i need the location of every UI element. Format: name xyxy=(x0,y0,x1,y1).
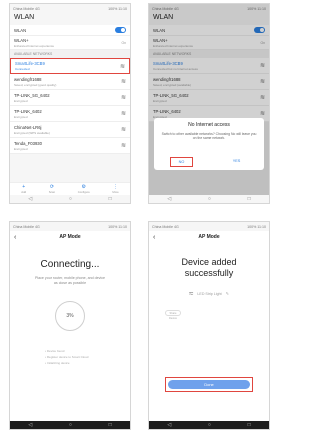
wifi-icon: ≋ xyxy=(119,63,125,70)
network-name: TP-LINK_6402 xyxy=(14,108,42,114)
status-right: 100% 11:10 xyxy=(247,224,266,229)
wlan-label: WLAN xyxy=(14,27,27,33)
network-name: SmartLife-3CB9 xyxy=(15,61,45,66)
tab-scan[interactable]: ⟳ Scan xyxy=(48,184,56,194)
step-item: • Initializing device xyxy=(45,361,70,366)
tab-more[interactable]: ⋮ More xyxy=(112,184,119,194)
network-name: TP-LINK_5G_6402 xyxy=(14,92,50,98)
wlan-toggle[interactable] xyxy=(115,27,126,33)
back-nav-icon[interactable]: ◁ xyxy=(167,422,171,428)
wlan-toggle-row[interactable]: WLAN xyxy=(10,25,130,36)
tab-label: Configure xyxy=(77,189,90,194)
system-nav-bar: ◁ ○ □ xyxy=(10,195,130,203)
network-name: wendingfr1688 xyxy=(14,76,42,82)
network-item[interactable]: SmartLife-3CB9 Connected ≋ xyxy=(10,58,130,74)
page-title: WLAN xyxy=(10,13,130,25)
home-nav-icon[interactable]: ○ xyxy=(208,422,211,428)
dialog-message: Switch to other available networks? Choo… xyxy=(161,132,257,141)
tab-label: More xyxy=(112,189,119,194)
device-added-screen: China Mobile 4G 100% 11:10 ‹ AP Mode Dev… xyxy=(148,221,270,430)
progress-label: 3% xyxy=(66,313,74,320)
share-device-button[interactable]: Share Device xyxy=(165,310,181,320)
tab-configure[interactable]: ⚙ Configure xyxy=(77,184,90,194)
home-nav-icon[interactable]: ○ xyxy=(69,196,72,202)
recents-nav-icon[interactable]: □ xyxy=(248,422,251,428)
system-nav-bar: ◁ ○ □ xyxy=(149,195,269,203)
connecting-title: Connecting... xyxy=(40,259,100,270)
wlan-plus-value: On xyxy=(121,40,126,45)
recents-nav-icon[interactable]: □ xyxy=(248,196,251,202)
success-title: Device added successfully xyxy=(181,257,237,278)
device-name: LED Strip Light xyxy=(197,291,222,296)
wlan-plus-row[interactable]: WLAN+ Enhanced Internet experience On xyxy=(10,36,130,50)
carrier-label: China Mobile 4G xyxy=(13,224,40,229)
network-name: Tenda_F03930 xyxy=(14,140,42,146)
device-row: ≈ LED Strip Light ✎ xyxy=(149,289,269,298)
ap-connecting-screen: China Mobile 4G 100% 11:10 ‹ AP Mode Con… xyxy=(9,221,131,430)
status-bar: China Mobile 4G 100% 11:10 xyxy=(10,4,130,13)
done-highlight: Done xyxy=(165,377,253,392)
step-item: • Device found xyxy=(45,349,65,354)
back-nav-icon[interactable]: ◁ xyxy=(167,196,171,202)
no-button[interactable]: NO xyxy=(169,157,194,167)
tab-add[interactable]: + Add xyxy=(21,184,27,194)
edit-icon[interactable]: ✎ xyxy=(226,291,229,296)
step-label: Initializing device xyxy=(46,361,70,366)
status-right: 100% 11:10 xyxy=(108,224,127,229)
app-header: ‹ AP Mode xyxy=(10,231,130,243)
dialog-title: No Internet access xyxy=(188,122,230,128)
tab-label: Scan xyxy=(48,189,56,194)
header-title: AP Mode xyxy=(59,234,81,240)
system-nav-bar: ◁ ○ □ xyxy=(10,421,130,429)
network-item[interactable]: wendingfr1688 Saved, encrypted (good qual… xyxy=(10,74,130,90)
wlan-dialog-screen: China Mobile 4G 100% 11:10 WLAN WLAN WLA… xyxy=(148,3,270,204)
home-nav-icon[interactable]: ○ xyxy=(69,422,72,428)
bottom-toolbar: + Add ⟳ Scan ⚙ Configure ⋮ More xyxy=(10,182,130,195)
wlan-settings-screen: China Mobile 4G 100% 11:10 WLAN WLAN WLA… xyxy=(9,3,131,204)
recents-nav-icon[interactable]: □ xyxy=(109,196,112,202)
connecting-message: Place your router, mobile phone, and dev… xyxy=(34,276,106,285)
network-name: ChinaNet-LR6j xyxy=(14,124,42,130)
wlan-plus-label: WLAN+ xyxy=(14,37,29,43)
section-header: AVAILABLE NETWORKS xyxy=(10,50,130,58)
home-nav-icon[interactable]: ○ xyxy=(208,196,211,202)
network-status: Connected xyxy=(15,67,30,71)
step-label: Register device to Smart Cloud xyxy=(46,355,89,360)
wifi-lock-icon: ≋ xyxy=(120,127,126,133)
no-internet-dialog: No Internet access Switch to other avail… xyxy=(154,118,264,170)
back-nav-icon[interactable]: ◁ xyxy=(28,422,32,428)
network-status: Saved, encrypted (good quality) xyxy=(14,82,57,87)
wifi-lock-icon: ≋ xyxy=(120,143,126,149)
system-nav-bar: ◁ ○ □ xyxy=(149,421,269,429)
status-right: 100% 11:10 xyxy=(108,6,127,11)
yes-button[interactable]: YES xyxy=(225,157,249,167)
network-item[interactable]: Tenda_F03930 Encrypted ≋ xyxy=(10,138,130,154)
header-title: AP Mode xyxy=(198,234,220,240)
network-status: Encrypted xyxy=(14,114,28,119)
wifi-lock-icon: ≋ xyxy=(120,95,126,101)
status-bar: China Mobile 4G 100% 11:10 xyxy=(10,222,130,231)
carrier-label: China Mobile 4G xyxy=(13,6,40,11)
network-status: Encrypted (WPS available) xyxy=(14,130,50,135)
light-strip-icon: ≈ xyxy=(189,289,194,298)
step-item: • Register device to Smart Cloud xyxy=(45,355,89,360)
wifi-lock-icon: ≋ xyxy=(120,79,126,85)
network-item[interactable]: ChinaNet-LR6j Encrypted (WPS available) ≋ xyxy=(10,122,130,138)
app-header: ‹ AP Mode xyxy=(149,231,269,243)
wifi-lock-icon: ≋ xyxy=(120,111,126,117)
network-status: Encrypted xyxy=(14,146,28,151)
recents-nav-icon[interactable]: □ xyxy=(109,422,112,428)
network-status: Encrypted xyxy=(14,98,28,103)
back-nav-icon[interactable]: ◁ xyxy=(28,196,32,202)
progress-ring: 3% xyxy=(55,301,85,332)
step-label: Device found xyxy=(46,349,65,354)
status-bar: China Mobile 4G 100% 11:10 xyxy=(149,222,269,231)
network-item[interactable]: TP-LINK_5G_6402 Encrypted ≋ xyxy=(10,90,130,106)
wlan-plus-sub: Enhanced Internet experience xyxy=(14,43,55,48)
network-item[interactable]: TP-LINK_6402 Encrypted ≋ xyxy=(10,106,130,122)
tab-label: Add xyxy=(21,189,27,194)
step-list: • Device found • Register device to Smar… xyxy=(45,349,130,365)
done-button[interactable]: Done xyxy=(168,380,250,389)
carrier-label: China Mobile 4G xyxy=(152,224,179,229)
